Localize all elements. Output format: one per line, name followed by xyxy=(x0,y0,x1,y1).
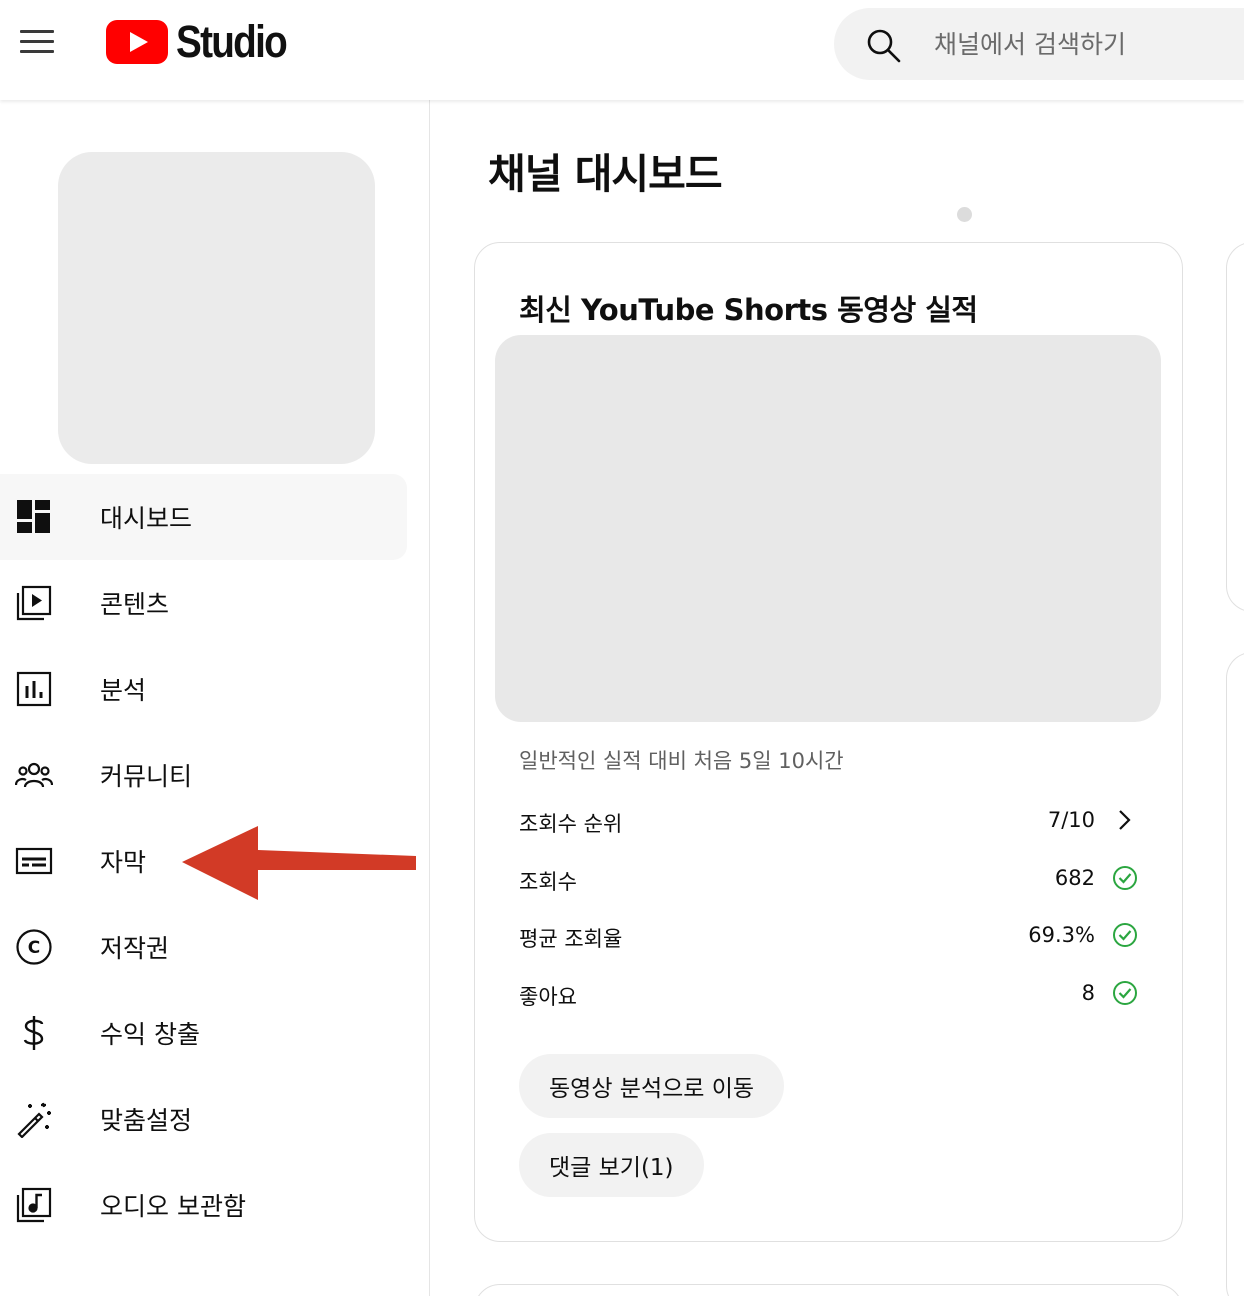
sidebar-item-content[interactable]: 콘텐츠 xyxy=(0,560,407,646)
copyright-icon: C xyxy=(15,928,53,966)
youtube-studio-logo[interactable]: Studio xyxy=(106,16,304,67)
sidebar-item-customization[interactable]: 맞춤설정 xyxy=(0,1076,407,1162)
youtube-play-icon xyxy=(106,20,168,64)
magic-wand-icon xyxy=(15,1100,53,1138)
content-icon xyxy=(15,584,53,622)
dollar-icon xyxy=(15,1014,53,1052)
next-card-peek[interactable] xyxy=(1226,652,1244,1296)
sidebar-item-community[interactable]: 커뮤니티 xyxy=(0,732,407,818)
audio-library-icon xyxy=(15,1186,53,1224)
metric-row-view-rank[interactable]: 조회수 순위 7/10 xyxy=(519,808,1139,838)
sidebar-item-monetization[interactable]: 수익 창출 xyxy=(0,990,407,1076)
metric-value: 7/10 xyxy=(1047,808,1095,832)
sidebar-item-audio-library[interactable]: 오디오 보관함 xyxy=(0,1162,407,1248)
carousel-dot[interactable] xyxy=(957,207,972,222)
subtitles-icon xyxy=(15,842,53,880)
annotation-arrow-icon xyxy=(182,826,416,900)
metric-label: 조회수 xyxy=(519,870,577,894)
sidebar-item-copyright[interactable]: C 저작권 xyxy=(0,904,407,990)
sidebar-item-label: 콘텐츠 xyxy=(100,590,170,619)
channel-avatar[interactable] xyxy=(58,152,375,464)
sidebar-item-analytics[interactable]: 분석 xyxy=(0,646,407,732)
metric-value: 69.3% xyxy=(1028,923,1095,947)
metric-value: 682 xyxy=(1054,866,1095,890)
video-thumbnail[interactable] xyxy=(495,335,1161,722)
top-bar: Studio xyxy=(0,0,1244,100)
logo-text: Studio xyxy=(176,16,288,67)
metric-value: 8 xyxy=(1081,981,1095,1005)
metric-row-likes: 좋아요 8 xyxy=(519,981,1139,1011)
check-circle-icon xyxy=(1113,923,1137,947)
sidebar-item-label: 저작권 xyxy=(100,934,170,963)
check-circle-icon xyxy=(1113,866,1137,890)
view-comments-button[interactable]: 댓글 보기(1) xyxy=(519,1133,704,1197)
chevron-right-icon[interactable] xyxy=(1111,806,1139,834)
metric-label: 조회수 순위 xyxy=(519,812,623,836)
svg-text:C: C xyxy=(28,938,40,958)
metric-label: 좋아요 xyxy=(519,985,577,1009)
search-input[interactable] xyxy=(934,22,1234,66)
metric-row-views: 조회수 682 xyxy=(519,866,1139,896)
check-circle-icon xyxy=(1113,981,1137,1005)
shorts-performance-card: 최신 YouTube Shorts 동영상 실적 일반적인 실적 대비 처음 5… xyxy=(474,242,1183,1242)
sidebar-item-label: 맞춤설정 xyxy=(100,1106,193,1135)
next-card-peek[interactable] xyxy=(1226,242,1244,612)
sidebar-item-label: 자막 xyxy=(100,848,147,877)
sidebar-item-dashboard[interactable]: 대시보드 xyxy=(0,474,407,560)
community-icon xyxy=(15,756,53,794)
dashboard-icon xyxy=(15,498,53,536)
sidebar-item-label: 오디오 보관함 xyxy=(100,1192,246,1221)
search-icon[interactable] xyxy=(864,26,904,66)
hamburger-menu-icon[interactable] xyxy=(20,28,54,54)
sidebar-item-label: 대시보드 xyxy=(100,504,193,533)
card-title: 최신 YouTube Shorts 동영상 실적 xyxy=(519,293,978,327)
sidebar-item-label: 커뮤니티 xyxy=(100,762,193,791)
sidebar: 대시보드 콘텐츠 분석 커뮤니티 자막 C 저작권 수익 창출 맞춤설정 오디오… xyxy=(0,100,430,1296)
search-box[interactable] xyxy=(834,8,1244,80)
sidebar-item-label: 분석 xyxy=(100,676,147,705)
performance-note: 일반적인 실적 대비 처음 5일 10시간 xyxy=(519,749,844,773)
below-card-peek xyxy=(474,1284,1183,1296)
metric-row-avg-view-rate: 평균 조회율 69.3% xyxy=(519,923,1139,953)
go-to-video-analytics-button[interactable]: 동영상 분석으로 이동 xyxy=(519,1054,785,1118)
analytics-icon xyxy=(15,670,53,708)
sidebar-item-label: 수익 창출 xyxy=(100,1020,200,1049)
metric-label: 평균 조회율 xyxy=(519,927,623,951)
page-title: 채널 대시보드 xyxy=(488,150,723,198)
